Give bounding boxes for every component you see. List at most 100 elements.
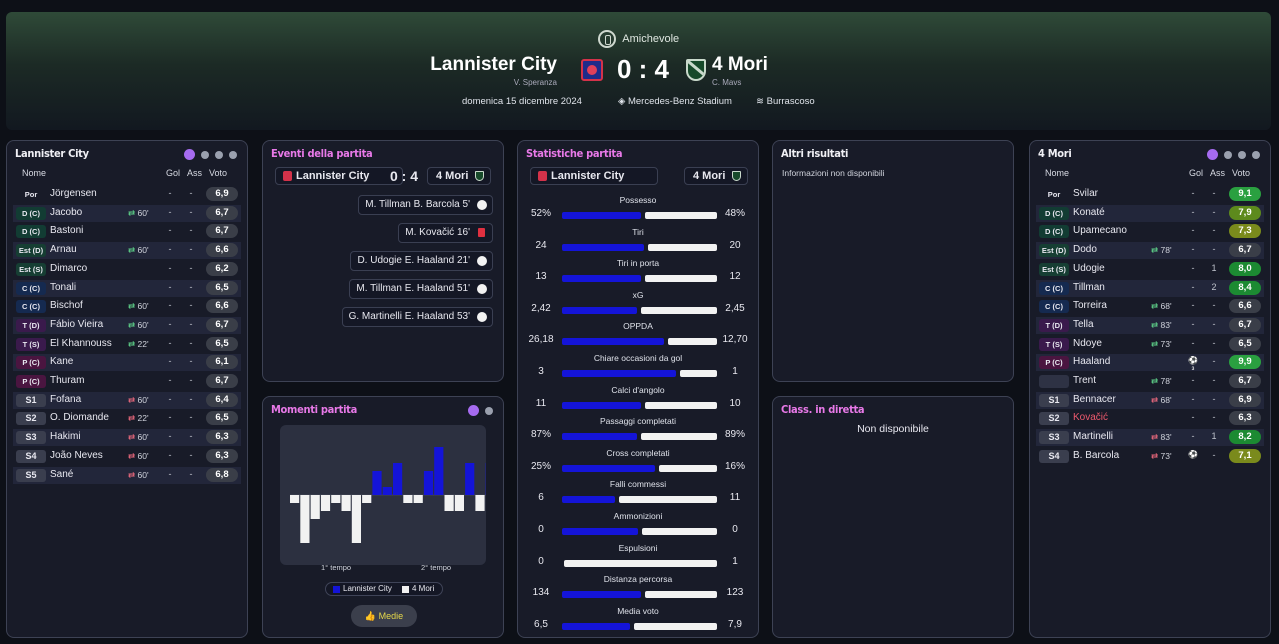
player-row[interactable]: D (C) Upamecano - - 7,3 [1036,223,1264,240]
player-row[interactable]: T (D) Fábio Vieira ⇄ 60' - - 6,7 [13,316,241,334]
player-name[interactable]: Martinelli [1073,431,1113,442]
pager-dot[interactable] [1207,149,1218,160]
player-name[interactable]: Haaland [1073,356,1110,367]
player-name[interactable]: Fofana [50,394,81,405]
player-name[interactable]: Bischof [50,300,83,311]
player-name[interactable]: Torreira [1073,300,1107,311]
player-row[interactable]: S3 Hakimi ⇄ 60' - - 6,3 [13,429,241,447]
player-row[interactable]: S4 João Neves ⇄ 60' - - 6,3 [13,448,241,465]
player-name[interactable]: Svilar [1073,188,1098,199]
player-name[interactable]: Udogie [1073,263,1105,274]
pager-dot[interactable] [485,406,493,415]
pager-dot[interactable] [1238,150,1246,159]
player-row[interactable]: C (C) Bischof ⇄ 60' - - 6,6 [13,298,241,315]
player-name[interactable]: Arnau [50,244,77,255]
player-name[interactable]: Fábio Vieira [50,319,103,330]
pager-dot[interactable] [201,150,209,159]
player-row[interactable]: Por Jörgensen - - 6,9 [13,186,241,203]
pager-dot[interactable] [184,149,195,160]
match-date: domenica 15 dicembre 2024 [462,96,582,107]
player-row[interactable]: Por Svilar - - 9,1 [1036,186,1264,203]
away-lineup-title: 4 Mori [1038,147,1072,160]
match-header: Amichevole Lannister City V. Speranza 0 … [6,12,1271,130]
stat-away-bar [642,528,717,535]
player-name[interactable]: Dimarco [50,263,87,274]
player-name[interactable]: Hakimi [50,431,81,442]
player-row[interactable]: S2 O. Diomande ⇄ 22' - - 6,5 [13,410,241,427]
assists-cell: - [1212,206,1216,217]
ball-icon [477,200,487,210]
event-row[interactable]: D. Udogie E. Haaland 21' [350,251,493,271]
player-row[interactable]: P (C) Thuram - - 6,7 [13,373,241,390]
player-row[interactable]: P (C) Haaland ⚽³ - 9,9 [1036,354,1264,374]
player-name[interactable]: El Khannouss [50,338,112,349]
player-name[interactable]: Tillman [1073,282,1105,293]
player-name[interactable]: Dodo [1073,244,1097,255]
player-row[interactable]: S5 Sané ⇄ 60' - - 6,8 [13,466,241,484]
player-row[interactable]: Trent ⇄ 78' - - 6,7 [1036,373,1264,390]
pager-dot[interactable] [1224,150,1232,159]
player-name[interactable]: Trent [1073,375,1096,386]
player-name[interactable]: Konaté [1073,207,1105,218]
home-coach: V. Speranza [513,78,557,87]
player-row[interactable]: Est (D) Dodo ⇄ 78' - - 6,7 [1036,242,1264,260]
substitution-info: ⇄ 22' [128,413,149,424]
away-coach: C. Mavs [712,78,742,87]
player-row[interactable]: D (C) Jacobo ⇄ 60' - - 6,7 [13,204,241,222]
position-badge: T (D) [16,318,46,332]
event-row[interactable]: M. Tillman E. Haaland 51' [349,279,493,299]
moments-panel: Momenti partita 1° tempo 2° tempo Lannis… [262,396,504,638]
player-row[interactable]: C (C) Tillman - 2 8,4 [1036,279,1264,297]
player-name[interactable]: Kane [50,356,73,367]
player-row[interactable]: T (S) Ndoye ⇄ 73' - - 6,5 [1036,336,1264,353]
averages-button[interactable]: 👍 Medie [351,605,417,627]
player-name[interactable]: Jörgensen [50,188,97,199]
player-name[interactable]: Thuram [50,375,84,386]
pager-dot[interactable] [215,150,223,159]
player-row[interactable]: Est (S) Udogie - 1 8,0 [1036,261,1264,278]
player-name[interactable]: Kovačić [1073,412,1108,423]
player-row[interactable]: C (C) Torreira ⇄ 68' - - 6,6 [1036,298,1264,315]
away-team-name[interactable]: 4 Mori [712,54,768,76]
player-name[interactable]: Bastoni [50,225,83,236]
pager-dot[interactable] [468,405,479,416]
event-row[interactable]: M. Kovačić 16' [398,223,493,243]
player-row[interactable]: S3 Martinelli ⇄ 83' - 1 8,2 [1036,429,1264,447]
event-row[interactable]: M. Tillman B. Barcola 5' [358,195,493,215]
player-name[interactable]: João Neves [50,450,103,461]
lineup-pager [184,149,237,160]
player-name[interactable]: Jacobo [50,207,82,218]
player-row[interactable]: T (D) Tella ⇄ 83' - - 6,7 [1036,316,1264,334]
player-row[interactable]: Est (S) Dimarco - - 6,2 [13,261,241,278]
player-row[interactable]: S4 B. Barcola ⇄ 73' ⚽ - 7,1 [1036,448,1264,465]
player-name[interactable]: Upamecano [1073,225,1127,236]
pager-dot[interactable] [229,150,237,159]
player-name[interactable]: B. Barcola [1073,450,1119,461]
player-row[interactable]: P (C) Kane - - 6,1 [13,354,241,372]
player-name[interactable]: Bennacer [1073,394,1116,405]
home-moment-bar [465,463,475,495]
pager-dot[interactable] [1252,150,1260,159]
player-name[interactable]: Tonali [50,282,76,293]
event-row[interactable]: G. Martinelli E. Haaland 53' [341,307,493,327]
player-row[interactable]: C (C) Tonali - - 6,5 [13,279,241,297]
player-row[interactable]: T (S) El Khannouss ⇄ 22' - - 6,5 [13,336,241,353]
rating-badge: 9,1 [1229,187,1261,201]
player-row[interactable]: D (C) Konaté - - 7,9 [1036,204,1264,222]
stat-home-bar [562,212,641,219]
player-row[interactable]: D (C) Bastoni - - 6,7 [13,223,241,240]
lineup-pager [1207,149,1260,160]
col-assists: Ass [187,168,203,178]
player-row[interactable]: S1 Bennacer ⇄ 68' - - 6,9 [1036,391,1264,409]
player-row[interactable]: S2 Kovačić - - 6,3 [1036,410,1264,427]
player-name[interactable]: Sané [50,469,73,480]
player-name[interactable]: Ndoye [1073,338,1102,349]
player-name[interactable]: Tella [1073,319,1094,330]
player-row[interactable]: Est (D) Arnau ⇄ 60' - - 6,6 [13,242,241,260]
player-name[interactable]: O. Diomande [50,412,109,423]
player-row[interactable]: S1 Fofana ⇄ 60' - - 6,4 [13,391,241,409]
rating-badge: 8,4 [1229,280,1261,295]
stat-away-value: 2,45 [725,302,745,314]
ball-icon [477,284,487,294]
home-team-name[interactable]: Lannister City [430,54,557,76]
